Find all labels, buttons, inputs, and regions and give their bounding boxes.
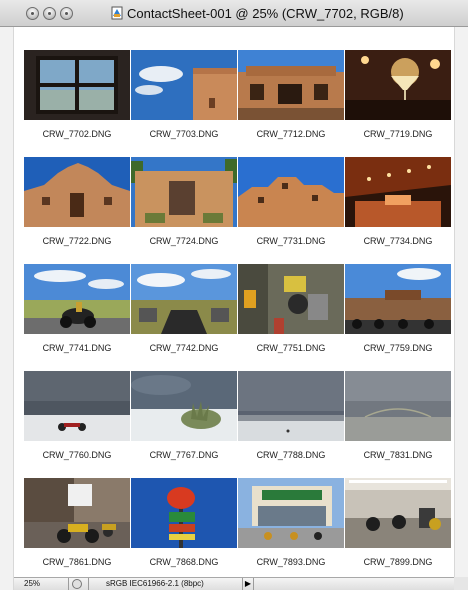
- thumbnail-filename: CRW_7767.DNG: [149, 450, 219, 460]
- right-frame: [454, 27, 468, 590]
- contact-sheet-grid: CRW_7702.DNG CRW_7703.DNG CRW_7712.DNG C…: [24, 50, 452, 570]
- thumbnail-filename: CRW_7719.DNG: [363, 129, 433, 139]
- photo-thumbnail[interactable]: [131, 371, 237, 441]
- thumbnail-filename: CRW_7724.DNG: [149, 236, 219, 246]
- thumbnail-filename: CRW_7868.DNG: [149, 557, 219, 567]
- photo-thumbnail[interactable]: [238, 264, 344, 334]
- status-divider: [88, 578, 89, 590]
- thumbnail-cell[interactable]: CRW_7759.DNG: [345, 264, 451, 369]
- thumbnail-cell[interactable]: CRW_7767.DNG: [131, 371, 237, 476]
- thumbnail-cell[interactable]: CRW_7719.DNG: [345, 50, 451, 155]
- photo-thumbnail[interactable]: [238, 50, 344, 120]
- document-profile-icon[interactable]: [72, 579, 82, 589]
- thumbnail-filename: CRW_7741.DNG: [42, 343, 112, 353]
- thumbnail-cell[interactable]: CRW_7702.DNG: [24, 50, 130, 155]
- photo-thumbnail[interactable]: [345, 264, 451, 334]
- window-title: ContactSheet-001 @ 25% (CRW_7702, RGB/8): [127, 6, 404, 21]
- thumbnail-cell[interactable]: CRW_7788.DNG: [238, 371, 344, 476]
- thumbnail-filename: CRW_7861.DNG: [42, 557, 112, 567]
- photo-thumbnail[interactable]: [345, 371, 451, 441]
- thumbnail-filename: CRW_7899.DNG: [363, 557, 433, 567]
- document-icon: [111, 6, 123, 20]
- thumbnail-cell[interactable]: CRW_7722.DNG: [24, 157, 130, 262]
- photo-thumbnail[interactable]: [345, 478, 451, 548]
- photo-thumbnail[interactable]: [345, 157, 451, 227]
- thumbnail-filename: CRW_7712.DNG: [256, 129, 326, 139]
- photo-thumbnail[interactable]: [24, 264, 130, 334]
- status-menu-arrow-icon[interactable]: ▶: [242, 578, 254, 590]
- zoom-level-field[interactable]: 25%: [24, 579, 64, 589]
- thumbnail-filename: CRW_7702.DNG: [42, 129, 112, 139]
- thumbnail-filename: CRW_7703.DNG: [149, 129, 219, 139]
- left-frame: [0, 27, 14, 590]
- photo-thumbnail[interactable]: [24, 371, 130, 441]
- resize-grip[interactable]: [454, 577, 468, 590]
- thumbnail-cell[interactable]: CRW_7734.DNG: [345, 157, 451, 262]
- photo-thumbnail[interactable]: [24, 478, 130, 548]
- thumbnail-cell[interactable]: CRW_7899.DNG: [345, 478, 451, 583]
- thumbnail-filename: CRW_7734.DNG: [363, 236, 433, 246]
- thumbnail-cell[interactable]: CRW_7703.DNG: [131, 50, 237, 155]
- status-divider: [68, 578, 69, 590]
- thumbnail-cell[interactable]: CRW_7831.DNG: [345, 371, 451, 476]
- thumbnail-filename: CRW_7893.DNG: [256, 557, 326, 567]
- photo-thumbnail[interactable]: [238, 157, 344, 227]
- thumbnail-cell[interactable]: CRW_7868.DNG: [131, 478, 237, 583]
- thumbnail-cell[interactable]: CRW_7751.DNG: [238, 264, 344, 369]
- photo-thumbnail[interactable]: [238, 371, 344, 441]
- photo-thumbnail[interactable]: [345, 50, 451, 120]
- thumbnail-filename: CRW_7731.DNG: [256, 236, 326, 246]
- thumbnail-cell[interactable]: CRW_7741.DNG: [24, 264, 130, 369]
- photo-thumbnail[interactable]: [24, 50, 130, 120]
- thumbnail-cell[interactable]: CRW_7742.DNG: [131, 264, 237, 369]
- photo-thumbnail[interactable]: [131, 264, 237, 334]
- zoom-window-button[interactable]: [60, 7, 73, 20]
- thumbnail-cell[interactable]: CRW_7724.DNG: [131, 157, 237, 262]
- thumbnail-filename: CRW_7751.DNG: [256, 343, 326, 353]
- photo-thumbnail[interactable]: [24, 157, 130, 227]
- title-bar[interactable]: ContactSheet-001 @ 25% (CRW_7702, RGB/8): [0, 0, 468, 27]
- photo-thumbnail[interactable]: [131, 157, 237, 227]
- thumbnail-filename: CRW_7742.DNG: [149, 343, 219, 353]
- thumbnail-cell[interactable]: CRW_7712.DNG: [238, 50, 344, 155]
- thumbnail-filename: CRW_7760.DNG: [42, 450, 112, 460]
- thumbnail-filename: CRW_7788.DNG: [256, 450, 326, 460]
- close-window-button[interactable]: [26, 7, 39, 20]
- thumbnail-cell[interactable]: CRW_7893.DNG: [238, 478, 344, 583]
- thumbnail-cell[interactable]: CRW_7861.DNG: [24, 478, 130, 583]
- thumbnail-filename: CRW_7831.DNG: [363, 450, 433, 460]
- color-profile-info: sRGB IEC61966-2.1 (8bpc): [106, 579, 204, 588]
- status-bar: 25% sRGB IEC61966-2.1 (8bpc) ▶: [14, 577, 454, 590]
- photo-thumbnail[interactable]: [238, 478, 344, 548]
- photo-thumbnail[interactable]: [131, 478, 237, 548]
- thumbnail-cell[interactable]: CRW_7731.DNG: [238, 157, 344, 262]
- document-window: ContactSheet-001 @ 25% (CRW_7702, RGB/8)…: [0, 0, 468, 590]
- thumbnail-filename: CRW_7722.DNG: [42, 236, 112, 246]
- thumbnail-filename: CRW_7759.DNG: [363, 343, 433, 353]
- photo-thumbnail[interactable]: [131, 50, 237, 120]
- thumbnail-cell[interactable]: CRW_7760.DNG: [24, 371, 130, 476]
- minimize-window-button[interactable]: [43, 7, 56, 20]
